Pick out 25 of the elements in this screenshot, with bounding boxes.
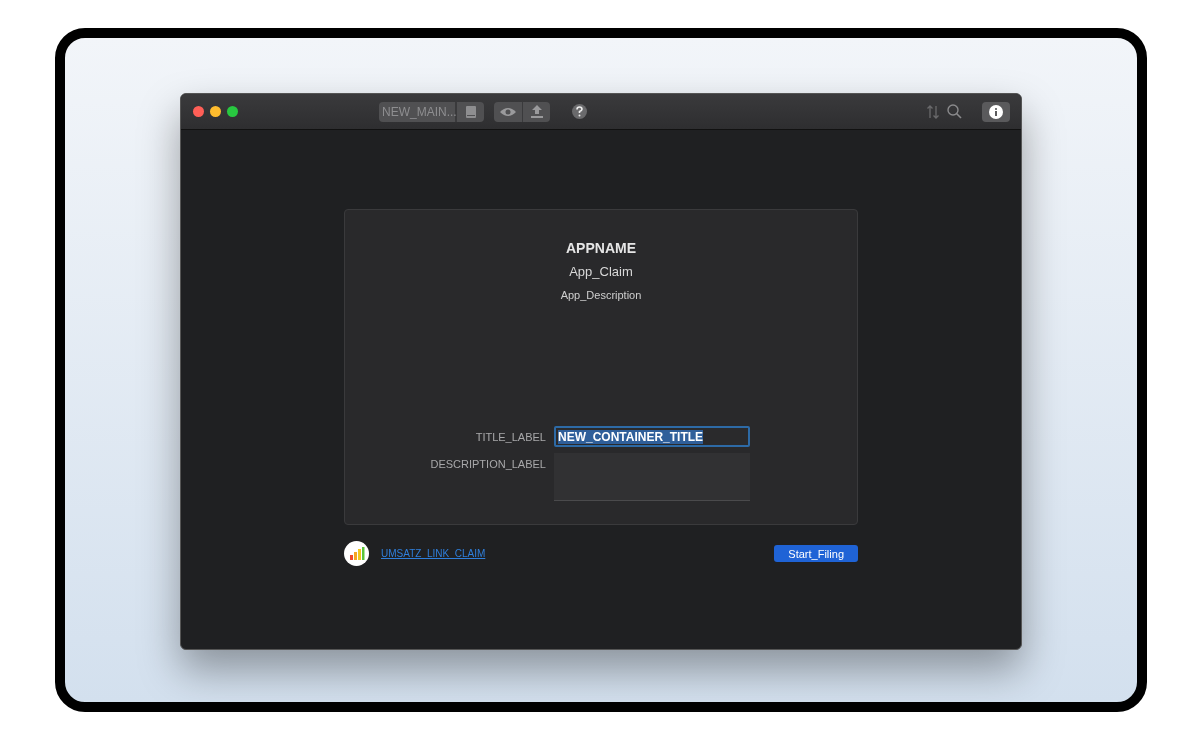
description-field[interactable] [554, 453, 750, 501]
close-button[interactable] [193, 106, 204, 117]
eye-icon [500, 106, 516, 117]
search-icon [947, 104, 962, 119]
panel-icon [465, 105, 476, 118]
sort-icon [927, 104, 939, 119]
search-button[interactable] [947, 104, 962, 119]
upload-icon [530, 105, 543, 118]
document-name: NEW_MAIN... [379, 101, 456, 122]
title-field[interactable]: NEW_CONTAINER_TITLE [554, 426, 750, 447]
field-label: TITLE_LABEL [474, 430, 546, 445]
help-button[interactable] [572, 104, 587, 119]
sort-button[interactable] [927, 104, 939, 119]
zoom-button[interactable] [227, 106, 238, 117]
info-icon [989, 104, 1003, 119]
start-filing-button[interactable]: Start_Filing [774, 545, 858, 562]
help-icon [572, 104, 587, 119]
bar-chart-icon [344, 541, 369, 566]
field-label: DESCRIPTION_LABEL [429, 457, 546, 472]
app-name: APPNAME [566, 240, 636, 256]
sales-link[interactable]: UMSATZ_LINK_CLAIM [381, 548, 486, 559]
minimize-button[interactable] [210, 106, 221, 117]
app-description: App_Description [560, 289, 642, 301]
app-claim: App_Claim [569, 264, 633, 279]
info-button[interactable] [982, 101, 1010, 122]
